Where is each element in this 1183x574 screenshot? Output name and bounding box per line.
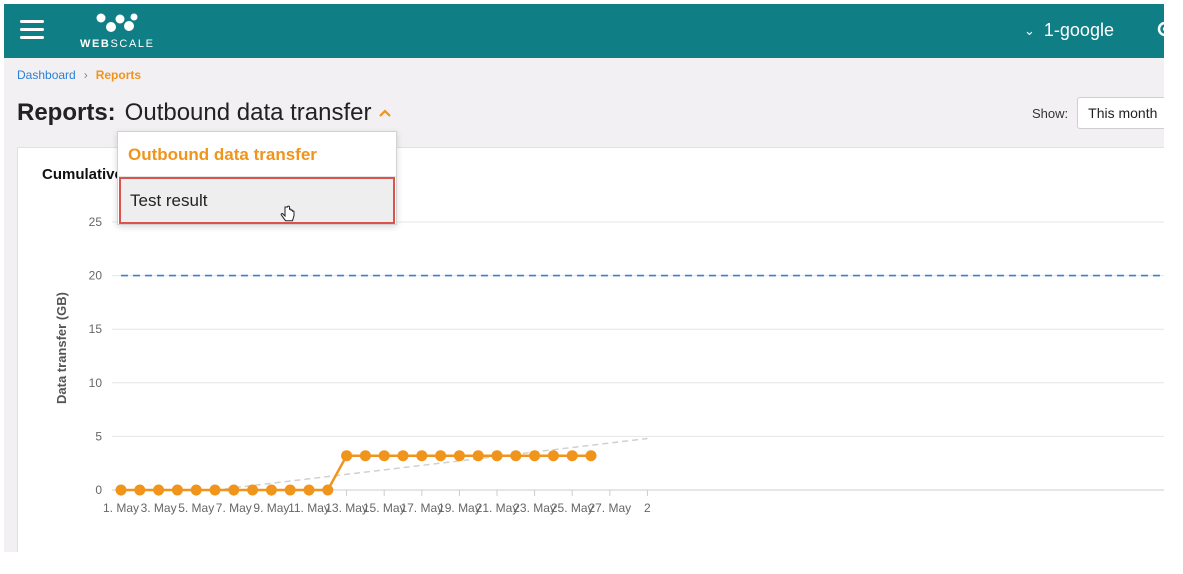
data-point: [303, 484, 315, 496]
data-point: [115, 484, 127, 496]
account-name: 1-google: [1043, 20, 1114, 40]
data-point: [359, 450, 371, 462]
data-point: [171, 484, 183, 496]
x-tick-label: 13. May: [325, 501, 368, 515]
dropdown-option-test-result[interactable]: Test result: [119, 177, 395, 224]
data-point: [265, 484, 277, 496]
data-point: [378, 450, 390, 462]
data-point: [153, 484, 165, 496]
data-point: [209, 484, 221, 496]
data-point: [510, 450, 522, 462]
breadcrumb-dashboard-link[interactable]: Dashboard: [17, 68, 76, 82]
data-point: [491, 450, 503, 462]
app-window: WEBSCALE ⌄ 1-google Dashboard › Reports …: [4, 4, 1164, 552]
data-point: [284, 484, 296, 496]
breadcrumb-current: Reports: [95, 68, 142, 82]
account-switcher[interactable]: ⌄ 1-google: [1024, 20, 1114, 41]
x-tick-label: 23. May: [513, 501, 556, 515]
menu-icon[interactable]: [20, 20, 44, 40]
data-point: [190, 484, 202, 496]
x-tick-label: 15. May: [363, 501, 406, 515]
x-tick-label: 21. May: [476, 501, 519, 515]
top-navigation-bar: WEBSCALE ⌄ 1-google: [4, 4, 1164, 58]
report-type-value: Outbound data transfer: [124, 99, 372, 126]
data-point: [472, 450, 484, 462]
x-tick-label: 7. May: [216, 501, 252, 515]
dropdown-option-outbound-data-transfer[interactable]: Outbound data transfer: [118, 132, 396, 177]
y-tick-label: 10: [89, 376, 103, 390]
data-point: [397, 450, 409, 462]
trend-line: [214, 437, 648, 491]
period-filter-label: Show:: [1032, 105, 1069, 121]
page-title-label: Reports:: [17, 99, 116, 126]
chevron-down-icon: ⌄: [1024, 22, 1035, 38]
period-filter: Show: This month: [1032, 97, 1164, 129]
x-tick-label: 2: [644, 501, 651, 515]
data-point: [247, 484, 259, 496]
x-tick-label: 9. May: [253, 501, 289, 515]
y-tick-label: 15: [89, 322, 103, 336]
data-point: [341, 450, 353, 462]
x-tick-label: 1. May: [103, 501, 139, 515]
x-tick-label: 5. May: [178, 501, 214, 515]
y-tick-label: 20: [89, 269, 103, 283]
data-point: [547, 450, 559, 462]
data-point: [585, 450, 597, 462]
x-tick-label: 25. May: [551, 501, 594, 515]
y-axis-title: Data transfer (GB): [54, 292, 69, 404]
report-type-selector[interactable]: Outbound data transfer: [125, 99, 392, 127]
data-point: [322, 484, 334, 496]
x-tick-label: 17. May: [400, 501, 443, 515]
y-tick-label: 25: [89, 215, 103, 229]
x-tick-label: 11. May: [288, 501, 330, 515]
page-title: Reports: Outbound data transfer: [17, 99, 392, 127]
breadcrumb-separator: ›: [83, 68, 88, 82]
hand-pointer-icon: [280, 205, 295, 222]
logo-wordmark: WEBSCALE: [80, 38, 155, 50]
data-point: [566, 450, 578, 462]
x-tick-label: 19. May: [438, 501, 481, 515]
data-point: [435, 450, 447, 462]
y-tick-label: 0: [95, 483, 102, 497]
data-point: [134, 484, 146, 496]
x-tick-label: 3. May: [141, 501, 177, 515]
data-point: [529, 450, 541, 462]
report-type-dropdown: Outbound data transfer Test result: [117, 131, 397, 225]
data-point: [453, 450, 465, 462]
period-select[interactable]: This month: [1077, 97, 1164, 129]
gear-icon[interactable]: [1155, 18, 1164, 40]
y-tick-label: 5: [95, 429, 102, 443]
logo-mark-icon: [96, 13, 138, 32]
x-tick-label: 27. May: [588, 501, 631, 515]
chevron-up-icon: [378, 109, 391, 117]
breadcrumb: Dashboard › Reports: [17, 68, 141, 82]
data-point: [228, 484, 240, 496]
webscale-logo[interactable]: WEBSCALE: [80, 12, 162, 52]
data-point: [416, 450, 428, 462]
